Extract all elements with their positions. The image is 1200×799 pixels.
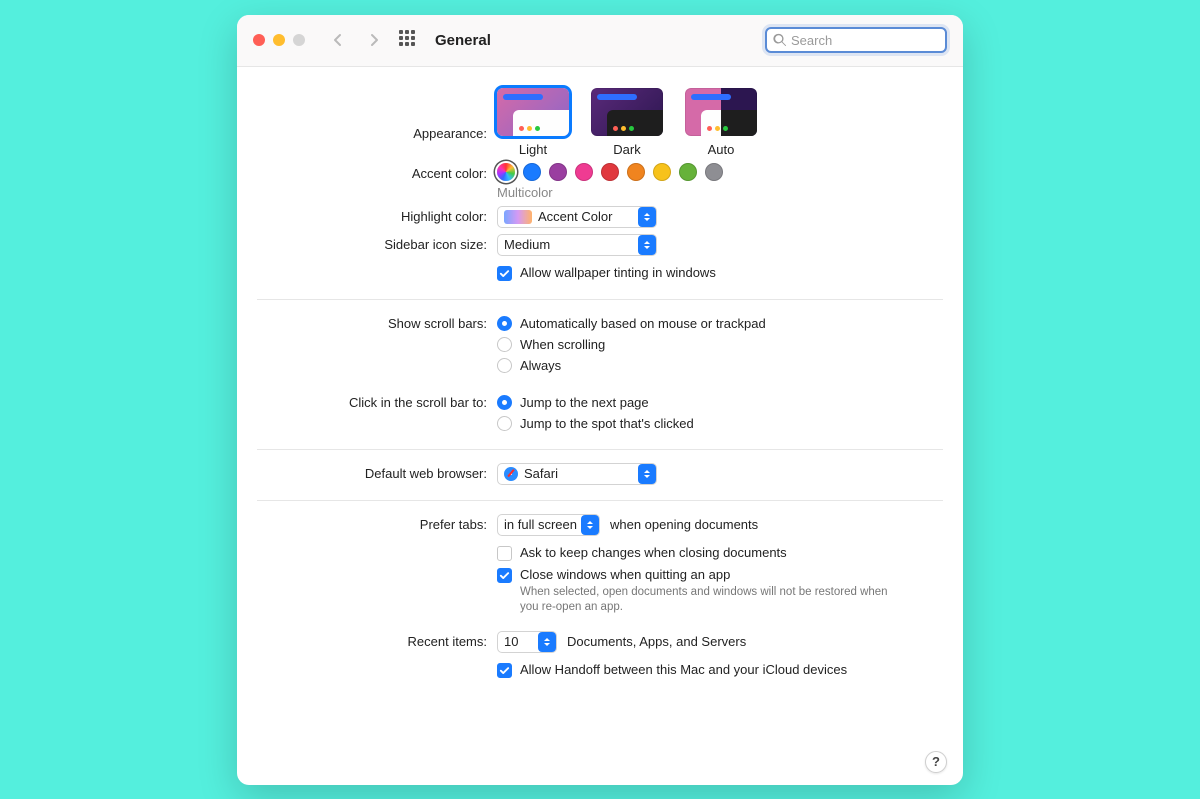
ask-keep-label: Ask to keep changes when closing documen… — [520, 545, 787, 560]
scrollbars-auto-label: Automatically based on mouse or trackpad — [520, 316, 766, 331]
scrollbars-scrolling-radio[interactable]: When scrolling — [497, 334, 943, 355]
chevron-updown-icon — [538, 632, 556, 652]
scrollbars-always-radio[interactable]: Always — [497, 355, 943, 376]
browser-label: Default web browser: — [257, 463, 497, 485]
scrollbars-label: Show scroll bars: — [257, 313, 497, 376]
accent-red[interactable] — [601, 163, 619, 181]
search-field[interactable] — [765, 27, 947, 53]
divider — [257, 299, 943, 300]
click-scroll-spot-label: Jump to the spot that's clicked — [520, 416, 694, 431]
click-scroll-label: Click in the scroll bar to: — [257, 392, 497, 434]
recent-suffix: Documents, Apps, and Servers — [567, 634, 746, 649]
click-scroll-page-label: Jump to the next page — [520, 395, 649, 410]
minimize-window-button[interactable] — [273, 34, 285, 46]
accent-green[interactable] — [679, 163, 697, 181]
chevron-updown-icon — [638, 235, 656, 255]
forward-button[interactable] — [361, 27, 387, 53]
close-windows-sub: When selected, open documents and window… — [520, 585, 900, 616]
divider — [257, 449, 943, 450]
accent-orange[interactable] — [627, 163, 645, 181]
appearance-dark-label: Dark — [613, 142, 640, 157]
sidebar-icon-value: Medium — [504, 237, 554, 252]
appearance-label: Appearance: — [257, 88, 497, 157]
close-window-button[interactable] — [253, 34, 265, 46]
highlight-select[interactable]: Accent Color — [497, 206, 657, 228]
wallpaper-tint-checkbox[interactable]: Allow wallpaper tinting in windows — [497, 262, 943, 284]
scrollbars-scrolling-label: When scrolling — [520, 337, 605, 352]
search-icon — [773, 33, 787, 47]
browser-value: Safari — [524, 466, 562, 481]
accent-swatches — [497, 163, 943, 181]
accent-multicolor[interactable] — [497, 163, 515, 181]
scrollbars-always-label: Always — [520, 358, 561, 373]
handoff-label: Allow Handoff between this Mac and your … — [520, 662, 847, 677]
recent-label: Recent items: — [257, 631, 497, 653]
tabs-label: Prefer tabs: — [257, 514, 497, 536]
accent-yellow[interactable] — [653, 163, 671, 181]
chevron-updown-icon — [638, 464, 656, 484]
safari-icon — [504, 467, 518, 481]
preferences-window: General Appearance: Light Dark — [237, 15, 963, 785]
wallpaper-tint-label: Allow wallpaper tinting in windows — [520, 265, 716, 280]
accent-pink[interactable] — [575, 163, 593, 181]
traffic-lights — [253, 34, 305, 46]
show-all-icon[interactable] — [399, 30, 419, 50]
tabs-value: in full screen — [504, 517, 581, 532]
appearance-light-label: Light — [519, 142, 547, 157]
click-scroll-page-radio[interactable]: Jump to the next page — [497, 392, 943, 413]
highlight-swatch-icon — [504, 210, 532, 224]
chevron-updown-icon — [638, 207, 656, 227]
close-windows-label: Close windows when quitting an app — [520, 567, 730, 582]
accent-hint: Multicolor — [497, 185, 943, 200]
appearance-auto-label: Auto — [708, 142, 735, 157]
highlight-value: Accent Color — [538, 209, 616, 224]
accent-purple[interactable] — [549, 163, 567, 181]
chevron-updown-icon — [581, 515, 599, 535]
page-title: General — [435, 32, 491, 49]
tabs-select[interactable]: in full screen — [497, 514, 600, 536]
recent-select[interactable]: 10 — [497, 631, 557, 653]
back-button[interactable] — [325, 27, 351, 53]
search-input[interactable] — [791, 33, 939, 48]
handoff-checkbox[interactable]: Allow Handoff between this Mac and your … — [497, 659, 943, 681]
appearance-options: Light Dark Auto — [497, 88, 943, 157]
close-windows-checkbox[interactable]: Close windows when quitting an app When … — [497, 564, 943, 619]
titlebar: General — [237, 15, 963, 67]
sidebar-icon-label: Sidebar icon size: — [257, 234, 497, 256]
scrollbars-auto-radio[interactable]: Automatically based on mouse or trackpad — [497, 313, 943, 334]
zoom-window-button[interactable] — [293, 34, 305, 46]
appearance-dark[interactable]: Dark — [591, 88, 663, 157]
appearance-light[interactable]: Light — [497, 88, 569, 157]
appearance-auto[interactable]: Auto — [685, 88, 757, 157]
content: Appearance: Light Dark Auto — [237, 67, 963, 694]
accent-blue[interactable] — [523, 163, 541, 181]
click-scroll-spot-radio[interactable]: Jump to the spot that's clicked — [497, 413, 943, 434]
recent-value: 10 — [504, 634, 522, 649]
sidebar-icon-select[interactable]: Medium — [497, 234, 657, 256]
help-button[interactable]: ? — [925, 751, 947, 773]
ask-keep-checkbox[interactable]: Ask to keep changes when closing documen… — [497, 542, 943, 564]
accent-label: Accent color: — [257, 163, 497, 200]
divider — [257, 500, 943, 501]
browser-select[interactable]: Safari — [497, 463, 657, 485]
tabs-suffix: when opening documents — [610, 517, 758, 532]
highlight-label: Highlight color: — [257, 206, 497, 228]
accent-graphite[interactable] — [705, 163, 723, 181]
